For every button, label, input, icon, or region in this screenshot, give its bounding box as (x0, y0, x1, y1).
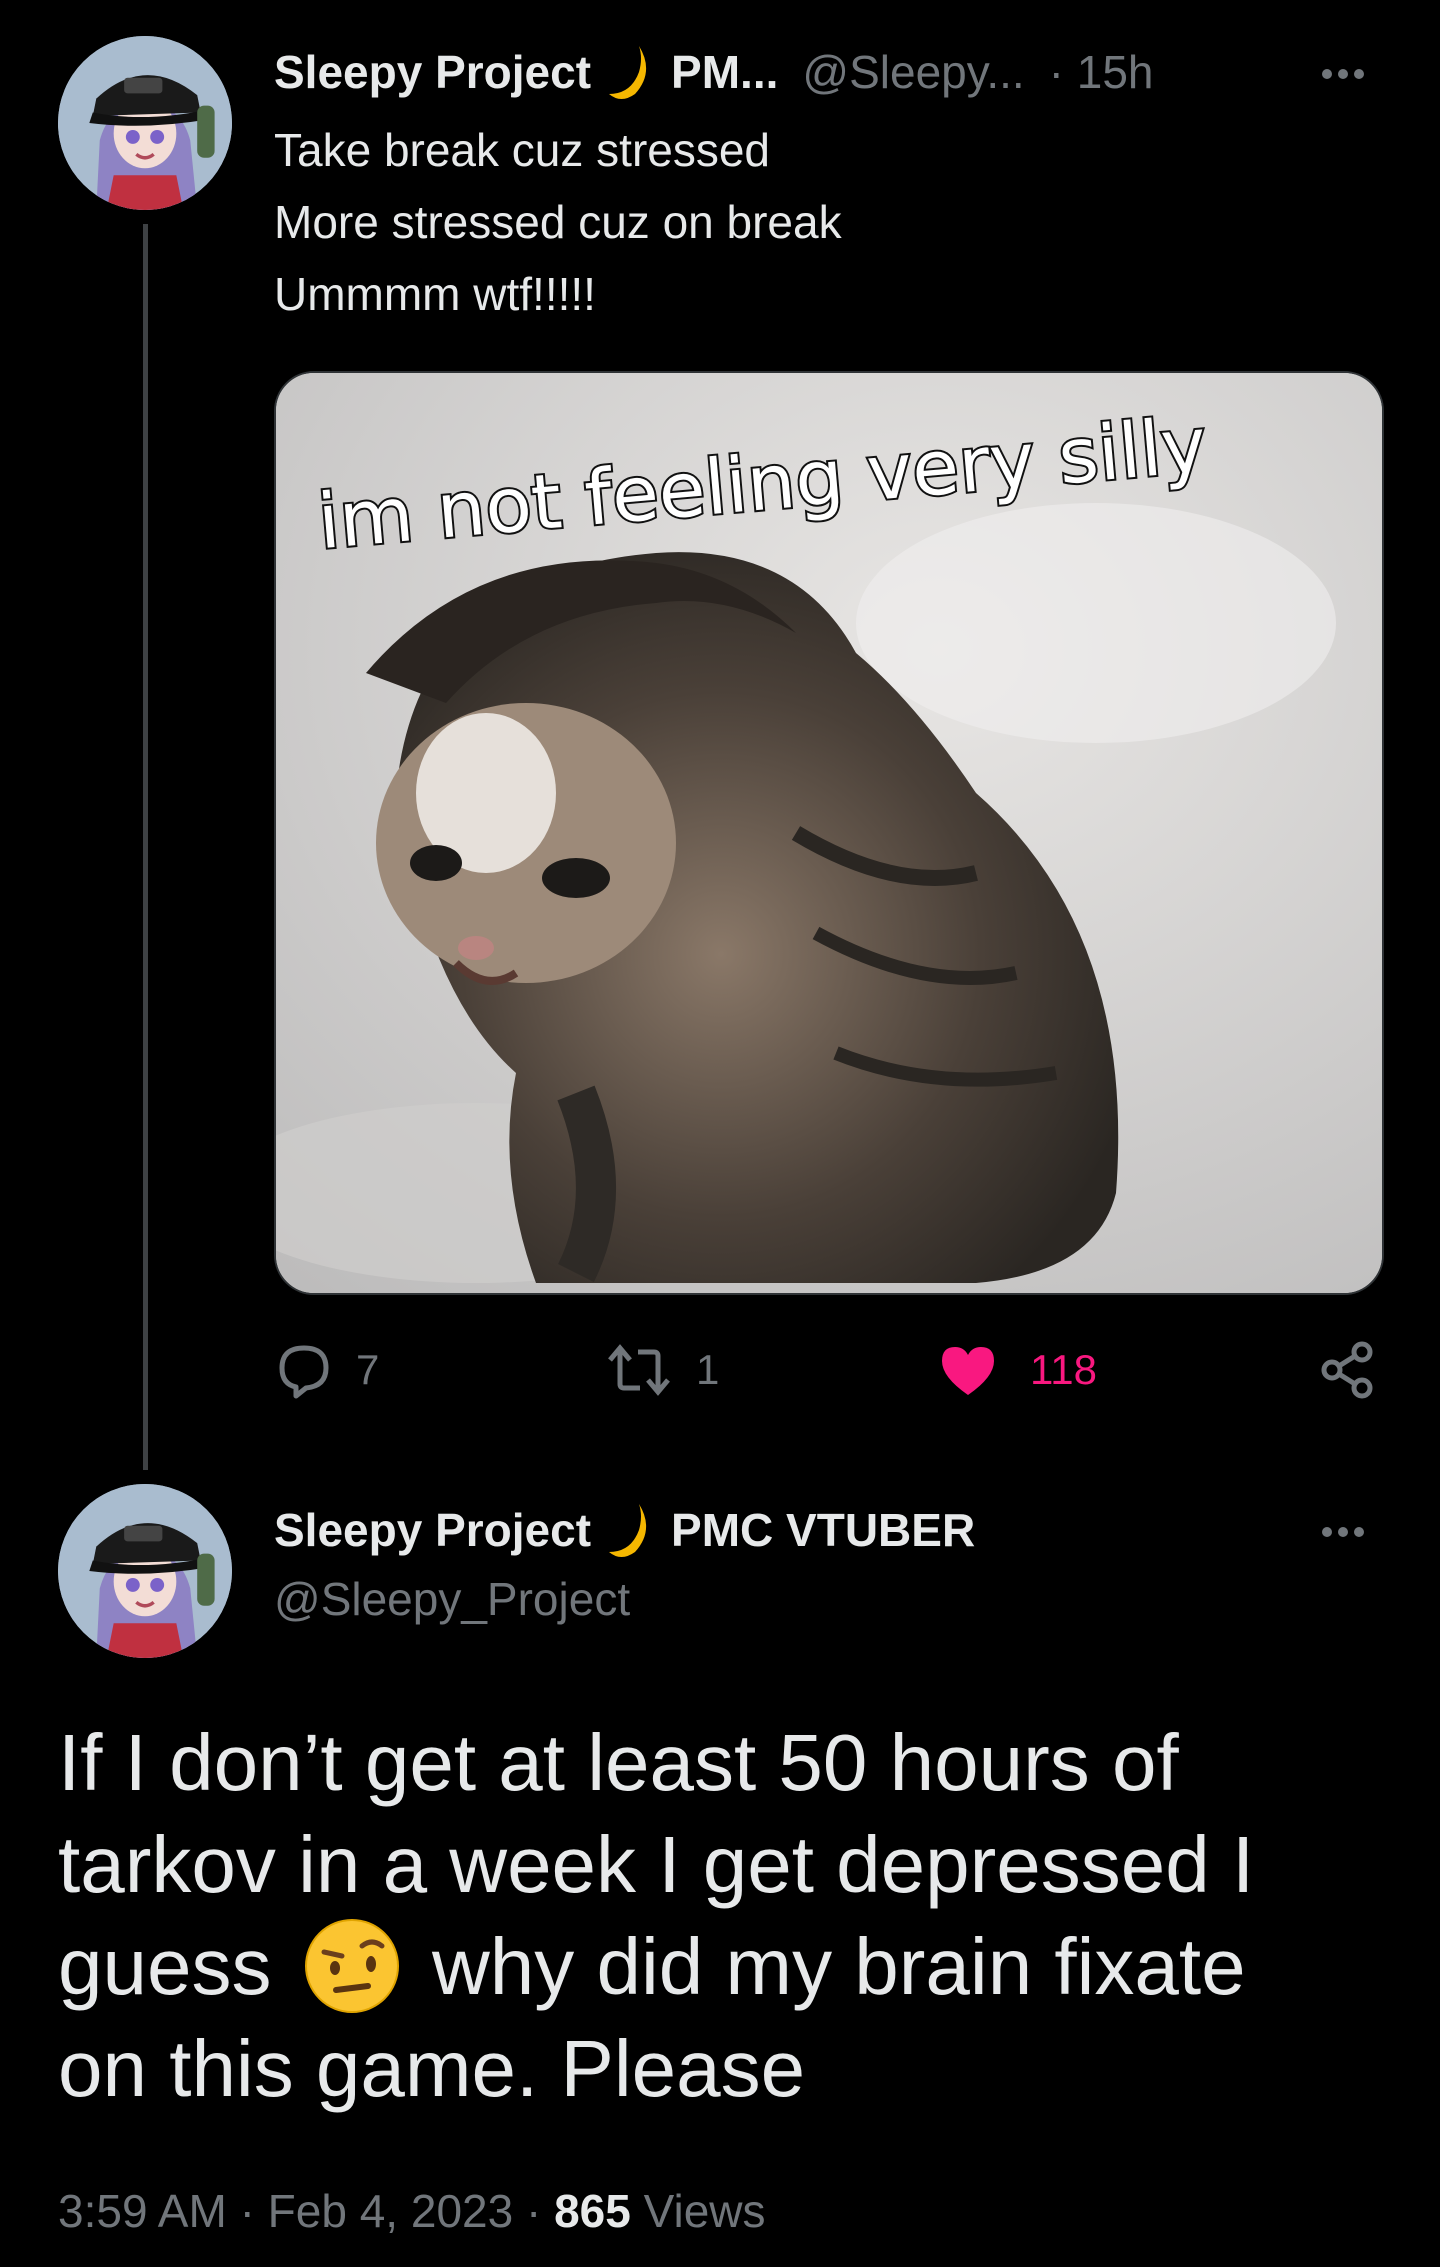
tweet-line: More stressed cuz on break (274, 196, 842, 248)
main-tweet-text: If I don’t get at least 50 hours of tark… (58, 1712, 1254, 2120)
meta-separator: · (525, 2185, 555, 2237)
tweet-line: guess (58, 1922, 272, 2011)
moon-icon (605, 42, 657, 102)
views-label: Views (643, 2185, 766, 2237)
tweet-line-with-emoji: guess why did my brain fixate (58, 1916, 1254, 2018)
tweet-line: Ummmm wtf!!!!! (274, 268, 596, 320)
display-name[interactable]: Sleepy Project (274, 45, 591, 99)
reply-button[interactable]: 7 (274, 1340, 379, 1400)
like-button[interactable]: 118 (938, 1340, 1097, 1400)
heart-icon (942, 1347, 994, 1395)
raised-eyebrow-emoji-icon (302, 1916, 402, 2016)
like-count: 118 (1030, 1346, 1097, 1393)
tweet-meta: 3:59 AM · Feb 4, 2023 · 865 Views (58, 2184, 766, 2238)
more-icon[interactable] (1322, 66, 1382, 80)
tweet-date[interactable]: Feb 4, 2023 (268, 2185, 514, 2237)
handle[interactable]: @Sleepy... (802, 45, 1024, 99)
tweet-time[interactable]: 3:59 AM (58, 2185, 227, 2237)
tweet-line: If I don’t get at least 50 hours of (58, 1718, 1179, 1807)
share-button[interactable] (1318, 1340, 1378, 1400)
tweet-header: Sleepy Project PM... @Sleepy... · 15h (274, 36, 1154, 108)
handle[interactable]: @Sleepy_Project (274, 1572, 630, 1626)
views-count[interactable]: 865 (554, 2185, 631, 2237)
tweet-line: on this game. Please (58, 2024, 806, 2113)
avatar[interactable] (58, 1484, 232, 1658)
moon-icon (605, 1500, 657, 1560)
retweet-count: 1 (696, 1346, 720, 1393)
reply-icon (279, 1345, 329, 1399)
share-icon (1321, 1341, 1373, 1399)
retweet-icon (608, 1344, 670, 1396)
tweet-image[interactable]: im not feeling very silly (274, 371, 1384, 1295)
tweet-text: Take break cuz stressed More stressed cu… (274, 114, 842, 330)
avatar[interactable] (58, 36, 232, 210)
tweet-line: tarkov in a week I get depressed I (58, 1820, 1255, 1909)
retweet-button[interactable]: 1 (604, 1340, 719, 1400)
timestamp[interactable]: · 15h (1049, 45, 1154, 99)
tweet-line: Take break cuz stressed (274, 124, 771, 176)
more-icon[interactable] (1322, 1524, 1382, 1538)
name-suffix: PM... (671, 46, 779, 98)
display-name[interactable]: Sleepy Project (274, 1503, 591, 1557)
reply-count: 7 (356, 1346, 380, 1393)
tweet-line: why did my brain fixate (431, 1922, 1246, 2011)
meta-separator: · (239, 2185, 268, 2237)
name-suffix: PMC VTUBER (671, 1504, 976, 1556)
thread-line (143, 224, 148, 1470)
tweet-header: Sleepy Project PMC VTUBER (274, 1494, 975, 1566)
